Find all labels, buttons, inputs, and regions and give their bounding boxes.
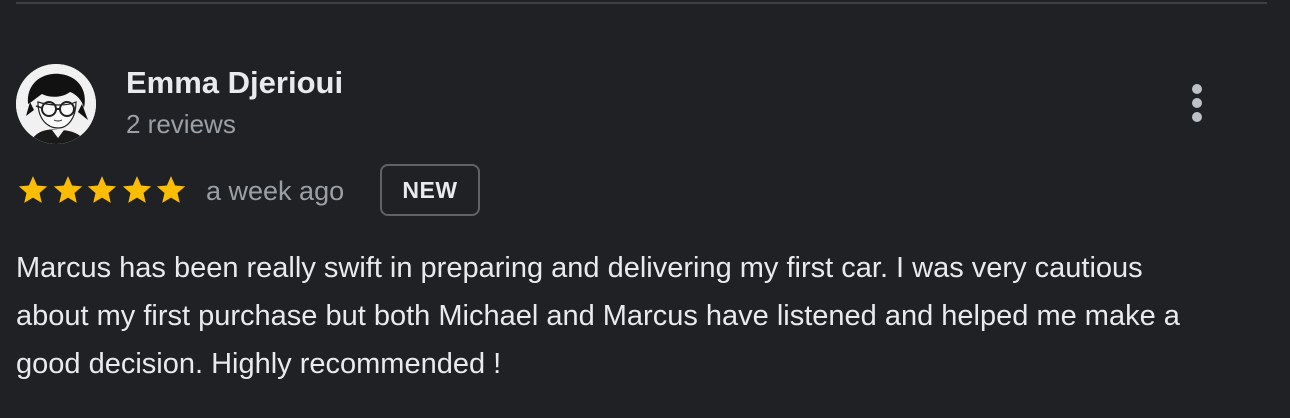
new-badge: NEW: [380, 164, 480, 216]
star-rating: [16, 173, 189, 209]
more-vert-icon-dot: [1192, 98, 1202, 108]
avatar-illustration: [16, 64, 96, 144]
avatar[interactable]: [16, 64, 96, 144]
more-vert-icon: [1192, 84, 1202, 94]
more-vert-icon-dot: [1192, 112, 1202, 122]
reviewer-name[interactable]: Emma Djerioui: [126, 66, 343, 100]
more-options-button[interactable]: [1176, 80, 1218, 126]
star-icon: [53, 176, 82, 203]
star-icon: [87, 176, 117, 203]
divider: [16, 2, 1267, 4]
star-icon: [18, 176, 48, 203]
review-time: a week ago: [206, 176, 345, 206]
review-card: Emma Djerioui 2 reviews a week ago NEW M…: [0, 0, 1290, 418]
star-icon: [156, 176, 186, 203]
review-count[interactable]: 2 reviews: [126, 109, 236, 139]
review-text: Marcus has been really swift in preparin…: [16, 252, 1180, 380]
star-icon: [122, 176, 151, 203]
